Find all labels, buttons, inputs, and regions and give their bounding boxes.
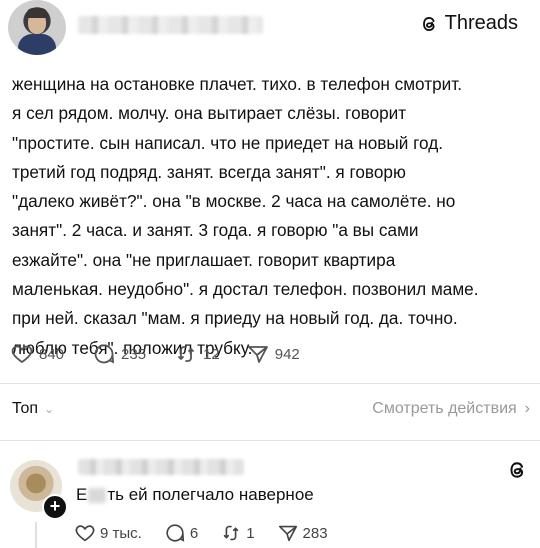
reply-button[interactable]: 235 bbox=[92, 342, 146, 366]
divider bbox=[0, 383, 540, 384]
share-count: 942 bbox=[274, 345, 300, 363]
send-icon bbox=[278, 525, 297, 542]
threads-brand: Threads bbox=[419, 12, 518, 35]
author-avatar[interactable] bbox=[8, 0, 66, 55]
repost-icon bbox=[223, 525, 239, 541]
post-text: женщина на остановке плачет. тихо. в тел… bbox=[12, 74, 479, 358]
chevron-down-icon: ⌄ bbox=[44, 402, 55, 416]
brand-label: Threads bbox=[444, 12, 518, 34]
comment-like-count: 9 тыс. bbox=[100, 524, 142, 542]
comment-like-button[interactable]: 9 тыс. bbox=[74, 522, 142, 544]
sort-row: Топ ⌄ Смотреть действия › bbox=[12, 400, 530, 418]
avatar-hair bbox=[26, 8, 48, 18]
blurred-commenter-name[interactable] bbox=[78, 459, 244, 475]
comment-icon bbox=[166, 524, 185, 542]
commenter-avatar[interactable]: + bbox=[10, 460, 68, 520]
view-actions-link[interactable]: Смотреть действия › bbox=[372, 400, 530, 418]
comment-share-count: 283 bbox=[302, 524, 328, 542]
heart-icon bbox=[75, 525, 95, 542]
like-button[interactable]: 840 bbox=[10, 342, 64, 366]
comment-repost-count: 1 bbox=[246, 524, 255, 542]
comment-reply-button[interactable]: 6 bbox=[164, 522, 198, 544]
thread-line bbox=[35, 522, 37, 548]
heart-icon bbox=[11, 345, 33, 364]
send-icon bbox=[247, 346, 268, 363]
repost-button[interactable]: 12 bbox=[174, 342, 220, 366]
like-count: 840 bbox=[39, 345, 65, 363]
blurred-word bbox=[88, 487, 107, 503]
comment-text-start: Е bbox=[76, 485, 88, 504]
avatar-shirt bbox=[18, 34, 56, 55]
comment-reply-count: 6 bbox=[189, 524, 199, 542]
comment-text: Е ть ей полегчало наверное bbox=[76, 485, 314, 505]
chevron-right-icon: › bbox=[524, 400, 530, 417]
post-actions: 840 235 12 942 bbox=[10, 342, 318, 366]
reply-count: 235 bbox=[121, 345, 147, 363]
sort-label: Топ bbox=[12, 400, 39, 417]
follow-plus-icon[interactable]: + bbox=[42, 494, 68, 520]
repost-count: 12 bbox=[203, 345, 220, 363]
comment-repost-button[interactable]: 1 bbox=[220, 522, 255, 544]
threads-logo-icon bbox=[422, 16, 435, 31]
comment-icon bbox=[94, 344, 115, 364]
comment-actions: 9 тыс. 6 1 283 bbox=[74, 522, 350, 544]
view-actions-label: Смотреть действия bbox=[372, 400, 517, 417]
repost-icon bbox=[178, 346, 194, 362]
share-button[interactable]: 942 bbox=[246, 342, 300, 366]
comment-text-end: ть ей полегчало наверное bbox=[107, 485, 314, 504]
comment-share-button[interactable]: 283 bbox=[277, 522, 328, 544]
threads-logo-icon bbox=[510, 462, 524, 478]
divider bbox=[0, 440, 540, 441]
blurred-author-name[interactable] bbox=[78, 16, 263, 34]
sort-dropdown[interactable]: Топ ⌄ bbox=[12, 400, 54, 418]
